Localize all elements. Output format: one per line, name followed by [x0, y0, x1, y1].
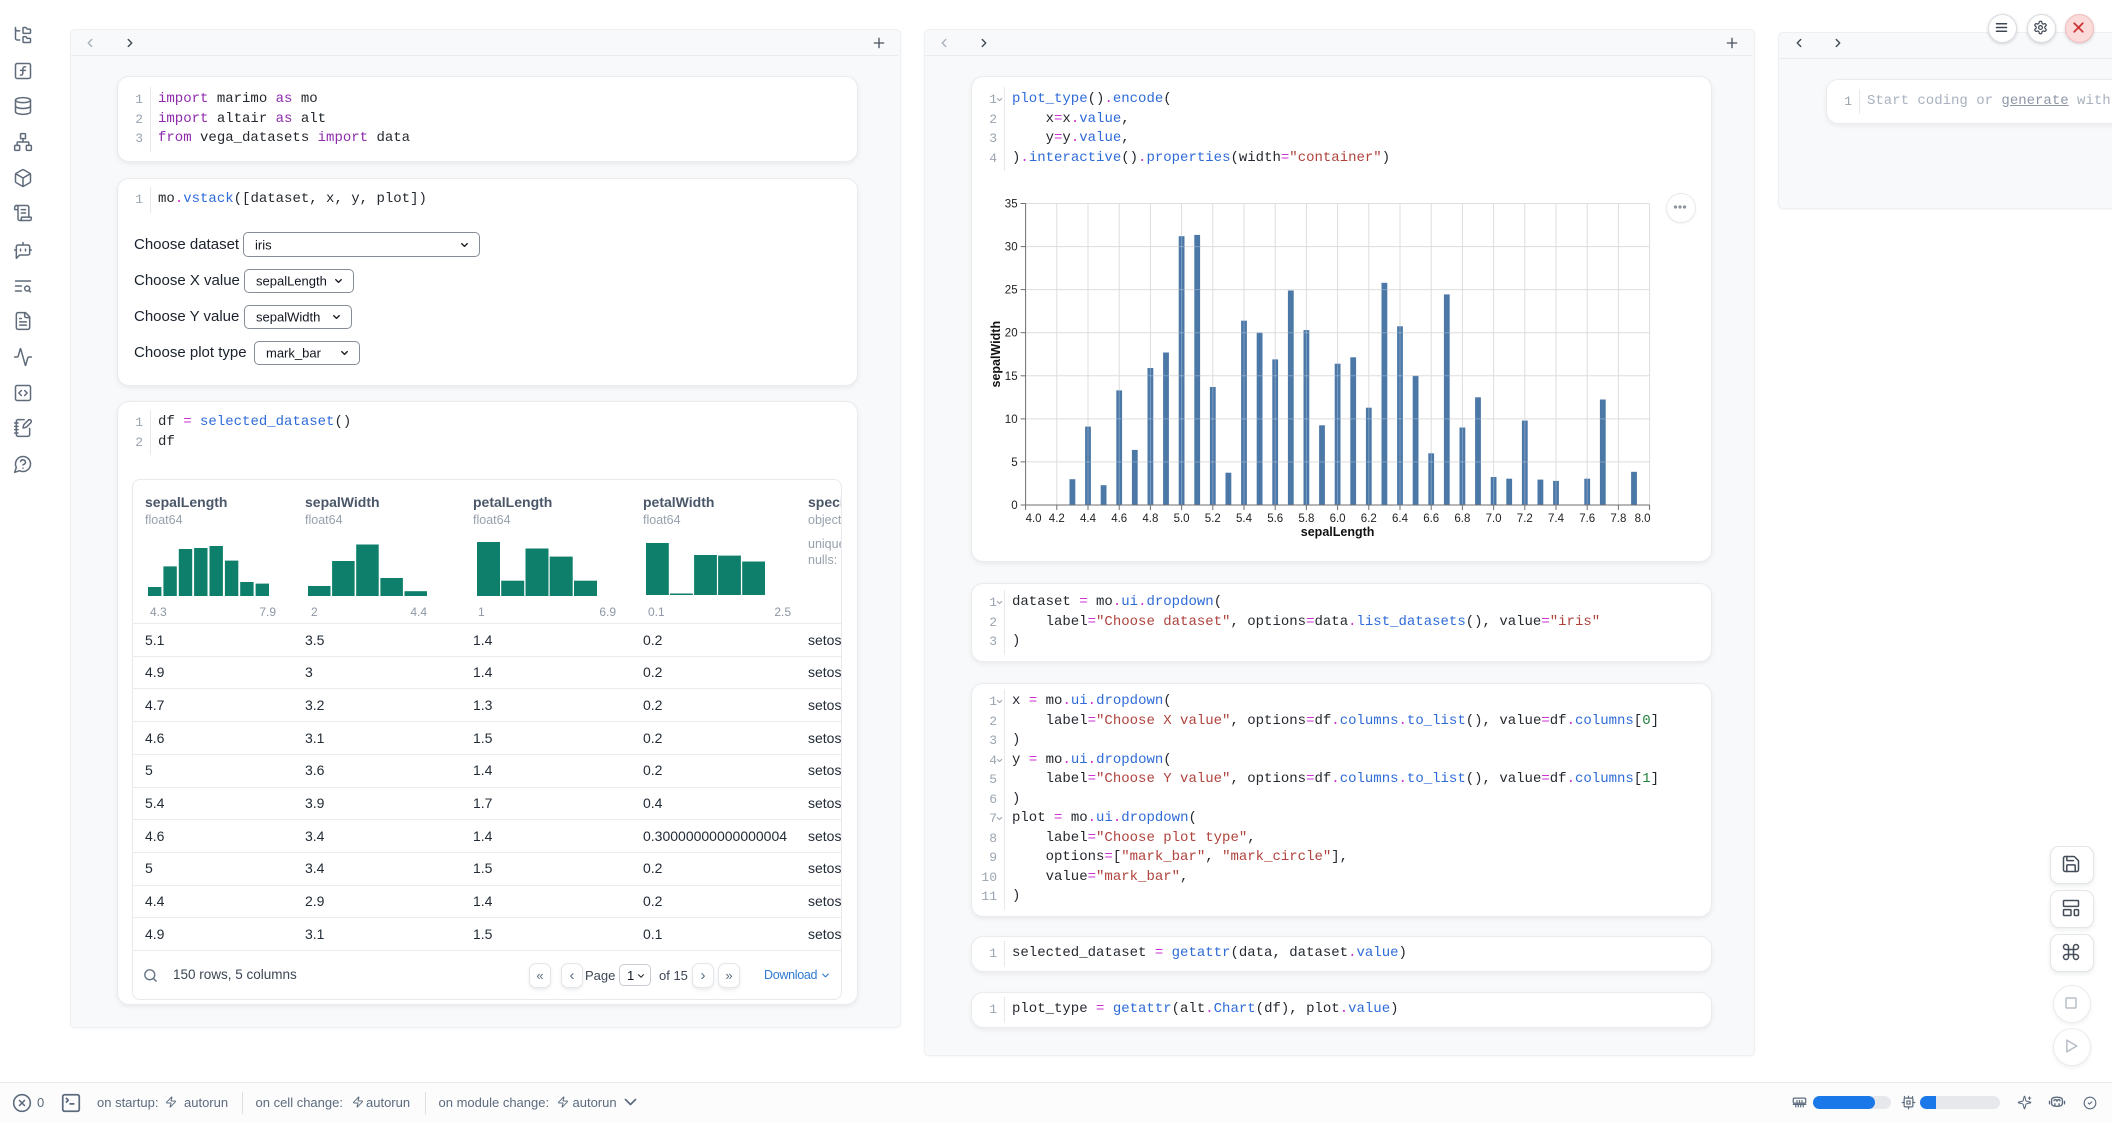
svg-text:10: 10 — [1005, 414, 1018, 426]
svg-text:7.8: 7.8 — [1610, 513, 1626, 525]
svg-text:7.4: 7.4 — [1548, 513, 1565, 525]
svg-text:sepalWidth: sepalWidth — [989, 321, 1003, 388]
svg-text:4.4: 4.4 — [1080, 513, 1097, 525]
svg-text:6.6: 6.6 — [1423, 513, 1439, 525]
svg-text:8.0: 8.0 — [1635, 513, 1651, 525]
svg-text:30: 30 — [1005, 242, 1018, 254]
svg-text:6.2: 6.2 — [1361, 513, 1377, 525]
svg-text:7.0: 7.0 — [1486, 513, 1502, 525]
svg-text:sepalLength: sepalLength — [1301, 525, 1375, 539]
svg-text:6.8: 6.8 — [1454, 513, 1470, 525]
svg-text:5: 5 — [1011, 457, 1017, 469]
svg-text:4.2: 4.2 — [1049, 513, 1065, 525]
svg-text:4.6: 4.6 — [1111, 513, 1127, 525]
svg-text:25: 25 — [1005, 285, 1018, 297]
svg-text:7.2: 7.2 — [1517, 513, 1533, 525]
svg-text:5.8: 5.8 — [1298, 513, 1314, 525]
svg-text:0: 0 — [1011, 500, 1017, 512]
svg-text:4.0: 4.0 — [1026, 513, 1042, 525]
svg-text:6.0: 6.0 — [1330, 513, 1346, 525]
svg-text:20: 20 — [1005, 328, 1018, 340]
svg-text:4.8: 4.8 — [1142, 513, 1158, 525]
svg-text:5.6: 5.6 — [1267, 513, 1283, 525]
svg-text:6.4: 6.4 — [1392, 513, 1409, 525]
svg-text:35: 35 — [1005, 199, 1018, 211]
svg-text:5.4: 5.4 — [1236, 513, 1253, 525]
svg-text:5.2: 5.2 — [1205, 513, 1221, 525]
svg-text:15: 15 — [1005, 371, 1018, 383]
svg-text:5.0: 5.0 — [1174, 513, 1190, 525]
svg-text:7.6: 7.6 — [1579, 513, 1595, 525]
